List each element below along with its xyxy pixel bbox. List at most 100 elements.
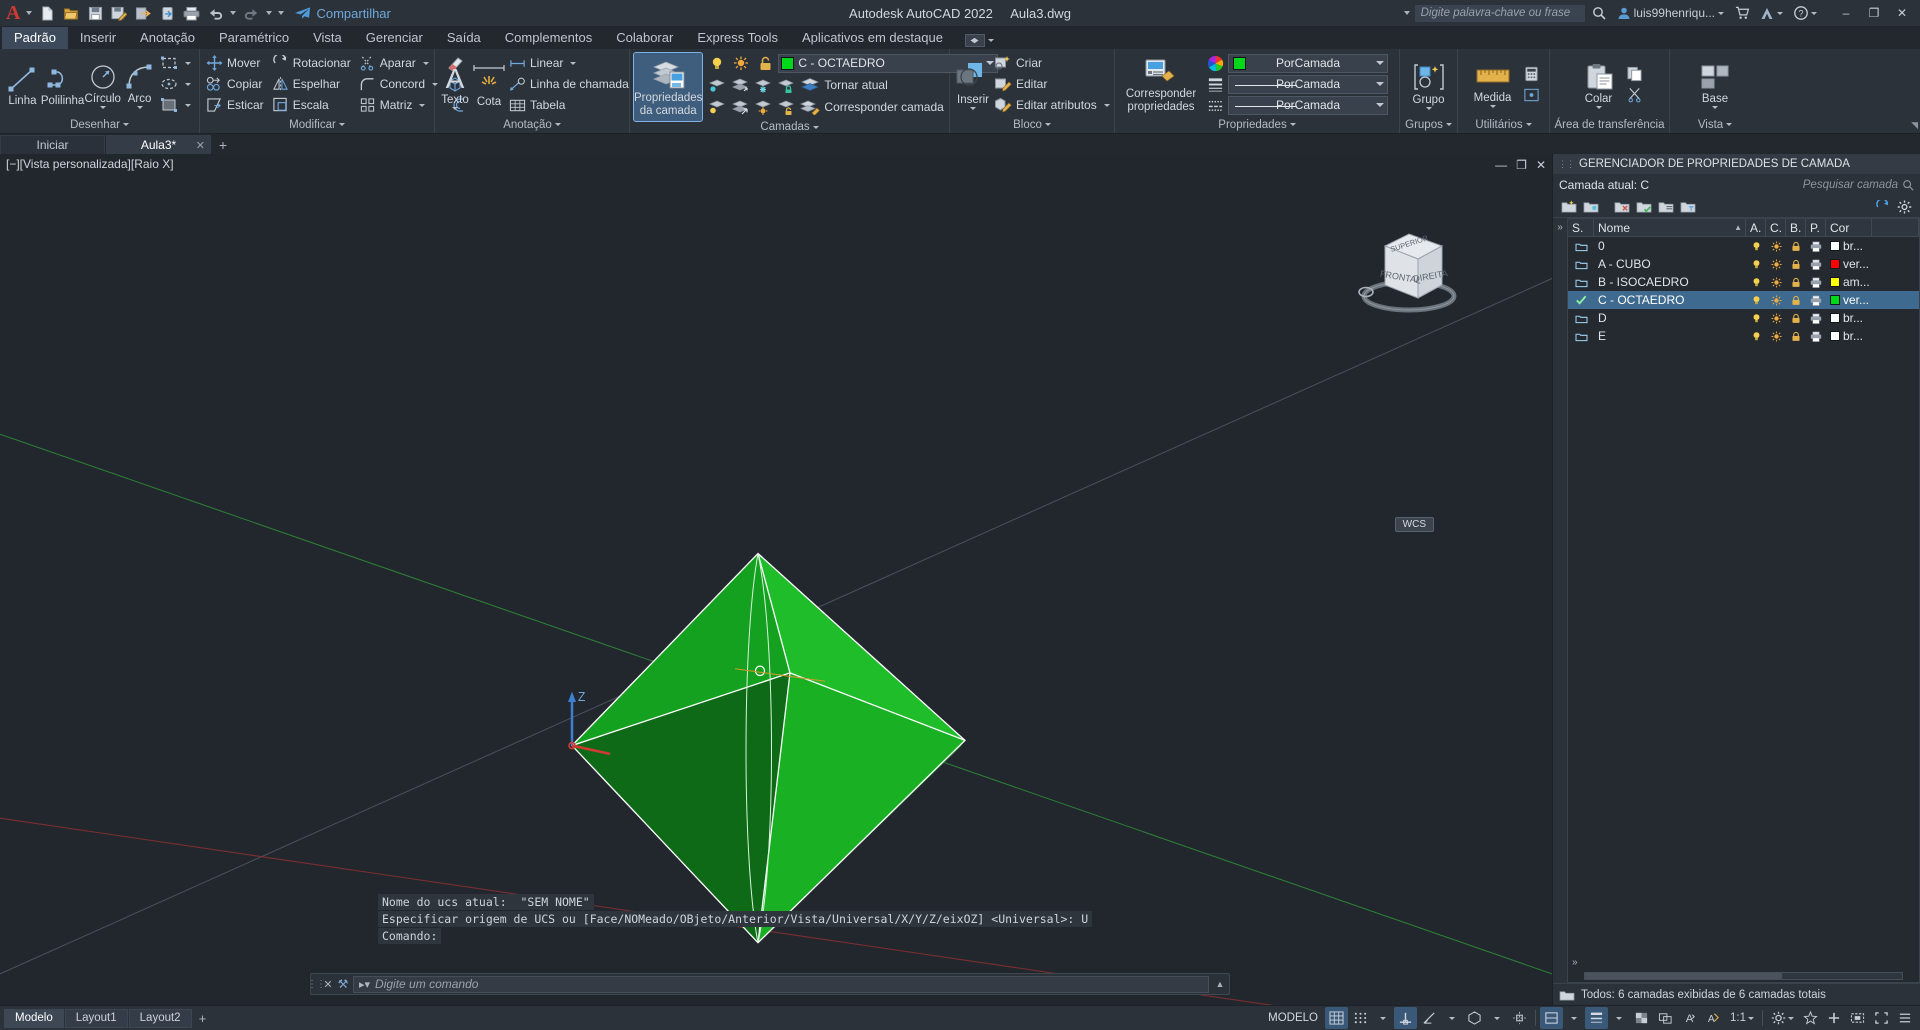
ribbon-tab-gerenciar[interactable]: Gerenciar [354, 27, 435, 49]
paste-button[interactable]: Colar [1574, 60, 1624, 109]
command-input-prefix-icon[interactable]: ▸▾ [359, 978, 370, 991]
ribbon-panel-selector[interactable] [964, 34, 994, 49]
layer-row-on-icon[interactable] [1746, 309, 1766, 327]
add-tool-button[interactable] [1823, 1007, 1845, 1029]
refresh-layers-button[interactable] [1873, 198, 1892, 216]
viewcube[interactable]: SUPERIOR FRONTAL DIREITA [1352, 212, 1467, 322]
layer-row-status-icon[interactable] [1568, 327, 1594, 345]
close-button[interactable]: ✕ [1888, 0, 1916, 26]
palette-scroll-track[interactable] [1584, 972, 1903, 980]
palette-horizontal-scrollbar[interactable] [1568, 970, 1919, 982]
palette-grip-icon[interactable]: ⋮⋮ [1558, 159, 1575, 170]
draw-circle-button[interactable]: Círculo [84, 60, 121, 109]
help-chevron-icon[interactable] [1811, 11, 1817, 15]
draw-hatch-button[interactable] [158, 95, 195, 115]
drawing-canvas[interactable]: [−][Vista personalizada][Raio X] — ❐ ✕ Z… [0, 154, 1552, 1005]
add-layout-button[interactable]: + [193, 1009, 213, 1028]
modify-array-button[interactable]: Matriz [357, 95, 442, 115]
layer-row-color[interactable]: br... [1826, 327, 1872, 345]
ortho-mode-toggle[interactable] [1394, 1007, 1417, 1029]
layer-unlock-icon[interactable] [775, 97, 797, 117]
doc-tab-aula3[interactable]: Aula3* ✕ [106, 135, 211, 154]
new-vp-frozen-layer-button[interactable] [1581, 198, 1600, 216]
draw-rectangle-button[interactable] [158, 53, 195, 73]
panel-title-anotacao[interactable]: Anotação [435, 116, 629, 133]
object-snap-tracking-toggle[interactable] [1508, 1007, 1531, 1029]
command-line-close-icon[interactable]: ✕ [321, 978, 335, 991]
cloud-sync-icon[interactable] [156, 2, 178, 24]
command-line-bar[interactable]: ⋮⋮ ✕ ⚒ ▸▾ Digite um comando ▲ [307, 973, 1230, 995]
match-properties-button[interactable]: Corresponder propriedades [1119, 55, 1203, 114]
layer-row-freeze-icon[interactable] [1766, 237, 1786, 255]
snap-mode-chevron[interactable] [1373, 1007, 1393, 1029]
annotation-visibility-toggle[interactable]: A [1678, 1007, 1701, 1029]
col-lock[interactable]: B. [1786, 219, 1806, 236]
app-menu-chevron-icon[interactable] [24, 2, 34, 24]
col-name[interactable]: Nome ▲ [1594, 219, 1746, 236]
ribbon-tab-express-tools[interactable]: Express Tools [685, 27, 790, 49]
modify-trim-chevron-icon[interactable] [422, 61, 429, 65]
layer-row-2[interactable]: A - CUBO ver... [1568, 255, 1919, 273]
fullscreen-toggle[interactable] [1870, 1007, 1893, 1029]
new-layer-button[interactable] [1559, 198, 1578, 216]
layer-row-name[interactable]: A - CUBO [1594, 255, 1746, 273]
isometric-chevron[interactable] [1487, 1007, 1507, 1029]
layer-row-lock-icon[interactable] [1786, 309, 1806, 327]
autodesk-app-button[interactable] [1756, 2, 1787, 24]
new-file-icon[interactable] [36, 2, 58, 24]
layer-row-linetype[interactable] [1872, 327, 1919, 345]
draw-arc-chevron-icon[interactable] [136, 105, 143, 109]
ribbon-tab-parametrico[interactable]: Paramétrico [207, 27, 301, 49]
autodesk-app-chevron-icon[interactable] [1777, 11, 1783, 15]
save-as-icon[interactable] [108, 2, 130, 24]
layer-row-color[interactable]: br... [1826, 237, 1872, 255]
panel-title-grupos[interactable]: Grupos [1400, 116, 1457, 133]
panel-propriedades-chevron-icon[interactable] [1289, 123, 1296, 126]
annotation-scale-sync-toggle[interactable]: A [1702, 1007, 1725, 1029]
modify-array-chevron-icon[interactable] [419, 103, 426, 107]
set-current-layer-button[interactable] [1634, 198, 1653, 216]
layer-row-lock-icon[interactable] [1786, 327, 1806, 345]
annotation-dimension-button[interactable]: Cota [471, 61, 507, 108]
layer-row-on-icon[interactable] [1746, 237, 1766, 255]
block-edit-attributes-chevron-icon[interactable] [1103, 103, 1110, 107]
viewport-close-button[interactable]: ✕ [1536, 158, 1546, 172]
layer-row-plot-icon[interactable] [1806, 291, 1826, 309]
hardware-acceleration-toggle[interactable] [1799, 1007, 1822, 1029]
ribbon-tab-vista[interactable]: Vista [301, 27, 354, 49]
block-insert-button[interactable]: Inserir [954, 59, 992, 110]
block-edit-attributes-button[interactable]: Editar atributos [992, 95, 1114, 115]
annotation-text-button[interactable]: A Texto [439, 59, 471, 110]
grid-display-toggle[interactable] [1325, 1007, 1348, 1029]
layer-row-plot-icon[interactable] [1806, 237, 1826, 255]
layer-turn-all-on-icon[interactable] [729, 97, 751, 117]
panel-anotacao-chevron-icon[interactable] [554, 123, 561, 126]
layer-row-1[interactable]: 0 br... [1568, 237, 1919, 255]
layer-row-freeze-icon[interactable] [1766, 291, 1786, 309]
layer-row-status-icon[interactable] [1568, 273, 1594, 291]
snap-mode-toggle[interactable] [1349, 1007, 1372, 1029]
measure-chevron-icon[interactable] [1489, 104, 1496, 108]
polar-tracking-toggle[interactable] [1418, 1007, 1441, 1029]
layer-row-color[interactable]: ver... [1826, 291, 1872, 309]
draw-rectangle-chevron-icon[interactable] [185, 61, 192, 65]
annotation-scale-value[interactable]: 1:1 [1726, 1007, 1758, 1029]
panel-title-modificar[interactable]: Modificar [200, 116, 434, 133]
draw-hatch-chevron-icon[interactable] [185, 103, 192, 107]
draw-ellipse-button[interactable] [158, 74, 195, 94]
layer-row-status-icon[interactable] [1568, 309, 1594, 327]
layer-row-lock-icon[interactable] [1786, 255, 1806, 273]
search-icon[interactable] [1588, 2, 1610, 24]
undo-icon[interactable] [204, 2, 226, 24]
modify-fillet-button[interactable]: Concord [357, 74, 442, 94]
layer-isolate-icon[interactable] [706, 75, 728, 95]
layout-tab-layout2[interactable]: Layout2 [128, 1008, 192, 1028]
plot-icon[interactable] [180, 2, 202, 24]
layer-row-status-icon[interactable] [1568, 291, 1594, 309]
object-linetype-combo[interactable]: PorCamada [1228, 74, 1388, 94]
layer-row-on-icon[interactable] [1746, 327, 1766, 345]
doc-tab-iniciar[interactable]: Iniciar [0, 135, 105, 154]
layer-row-lock-icon[interactable] [1786, 237, 1806, 255]
panel-bloco-chevron-icon[interactable] [1044, 123, 1051, 126]
shopping-cart-icon[interactable] [1731, 2, 1753, 24]
